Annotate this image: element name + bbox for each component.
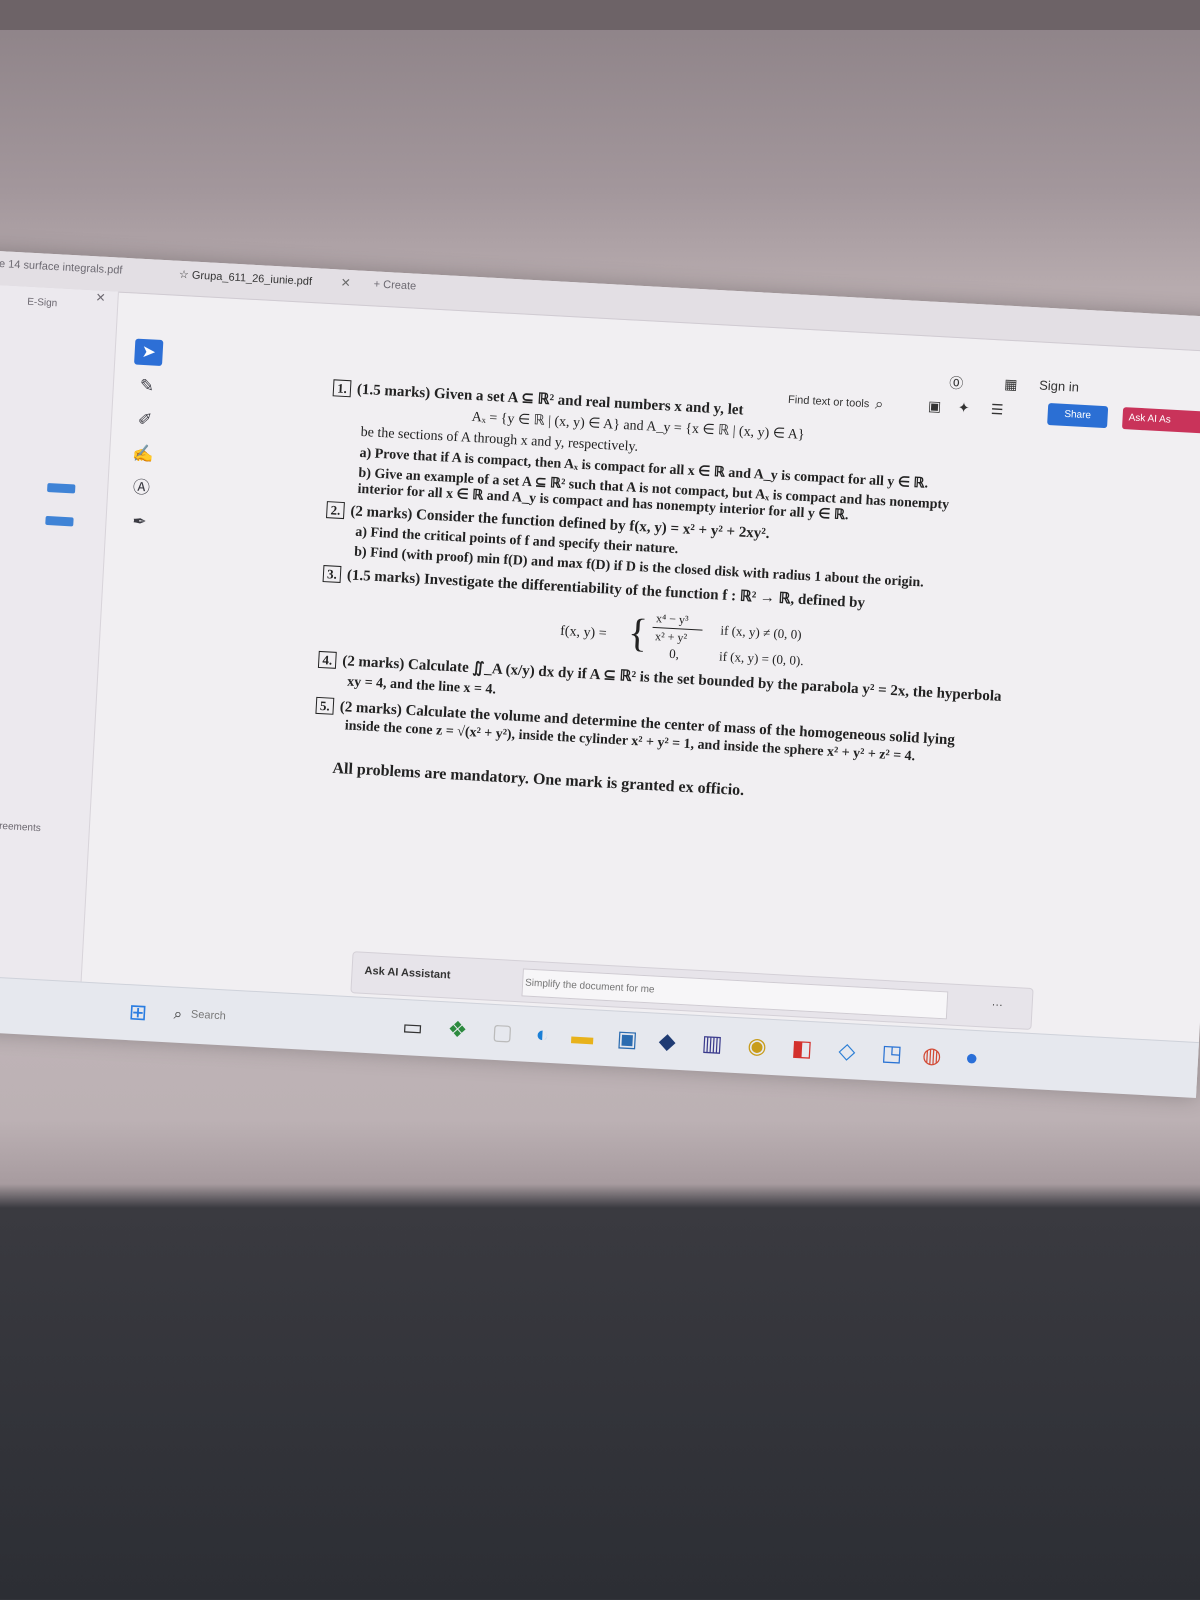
problem-number: 5. [315,696,335,715]
star-icon: ☆ [178,268,193,282]
tab-grupa[interactable]: ☆ Grupa_611_26_iunie.pdf [179,268,313,288]
ask-ai-assistant-button[interactable]: Ask AI Assistant [364,965,451,982]
tab-bar: ure 14 surface integrals.pdf ☆ Grupa_611… [0,250,1200,354]
exam-footer: All problems are mandatory. One mark is … [332,759,745,800]
acrobat-icon[interactable]: ◧ [787,1035,816,1062]
fraction-denominator: x² + y² [654,629,688,645]
problem-number: 3. [322,565,342,583]
problem-marks: (2 marks) [349,503,413,523]
comment-tool-icon[interactable]: ✎ [132,372,161,399]
text-tool-icon[interactable]: Ⓐ [127,474,156,501]
chrome-icon[interactable]: ◍ [917,1042,946,1069]
tab-surface-integrals[interactable]: ure 14 surface integrals.pdf [0,258,123,277]
case-condition: if (x, y) = (0, 0). [718,648,804,669]
problem-marks: (1.5 marks) [356,381,431,402]
problem-marks: (1.5 marks) [346,567,421,588]
tool-rail: ➤ ✎ ✐ ✍ Ⓐ ✒ [103,338,175,940]
app-icon[interactable]: ▥ [697,1030,726,1057]
store-icon[interactable]: ▣ [613,1025,642,1052]
widgets-icon[interactable]: ❖ [443,1016,472,1043]
screen: ure 14 surface integrals.pdf ☆ Grupa_611… [0,250,1200,1098]
pdf-page: 1. (1.5 marks) Given a set A ⊆ ℝ² and rea… [233,326,1115,991]
collapse-icon[interactable]: ✕ [95,290,106,305]
draw-tool-icon[interactable]: ✍ [129,440,158,467]
new-badge [45,515,74,527]
function-label: f(x, y) = [559,623,607,642]
more-options-icon[interactable]: ··· [991,999,1003,1012]
app-icon[interactable]: ◳ [877,1040,906,1067]
windows-start-icon[interactable]: ⊞ [123,999,152,1026]
left-panel-agreements[interactable]: ems & agreements [0,819,41,835]
sign-tool-icon[interactable]: ✒ [125,508,154,535]
left-panel: ent E-Sign ary es ems & agreements ✕ [0,283,119,991]
edge-icon[interactable]: ◐ [528,1021,557,1048]
app-icon[interactable]: ◆ [653,1028,682,1055]
chat-app-icon[interactable]: ▢ [488,1019,517,1046]
tab-grupa-label: Grupa_611_26_iunie.pdf [191,269,313,288]
app-icon[interactable]: ◇ [832,1037,861,1064]
fraction-numerator: x⁴ − y³ [655,611,689,627]
problem-number: 4. [317,650,337,669]
problem-number: 1. [332,379,352,398]
task-view-icon[interactable]: ▭ [398,1014,427,1041]
taskbar-search[interactable]: Search [191,1009,226,1023]
problem-number: 2. [326,501,345,520]
ask-ai-button[interactable]: Ask AI As [1121,407,1200,435]
create-tab-button[interactable]: + Create [373,278,416,292]
close-tab-icon[interactable]: ✕ [340,276,351,291]
brace-icon: { [627,609,649,656]
file-explorer-icon[interactable]: ▬ [568,1023,597,1050]
app-icon[interactable]: ◉ [742,1032,771,1059]
case-value: 0, [668,645,680,662]
select-tool-icon[interactable]: ➤ [134,338,164,367]
problem-marks: (2 marks) [341,653,405,673]
problem-text: Calculate ∬_A (x/y) dx dy if A ⊆ ℝ² is t… [407,656,1002,705]
app-icon[interactable]: ● [957,1044,986,1071]
new-badge [47,482,76,494]
monitor-bezel [0,0,1200,30]
problem-marks: (2 marks) [339,699,403,719]
search-icon[interactable]: ⌕ [163,1001,192,1028]
left-panel-esign[interactable]: E-Sign [27,297,58,310]
case-condition: if (x, y) ≠ (0, 0) [720,622,802,642]
highlight-tool-icon[interactable]: ✐ [130,406,159,433]
